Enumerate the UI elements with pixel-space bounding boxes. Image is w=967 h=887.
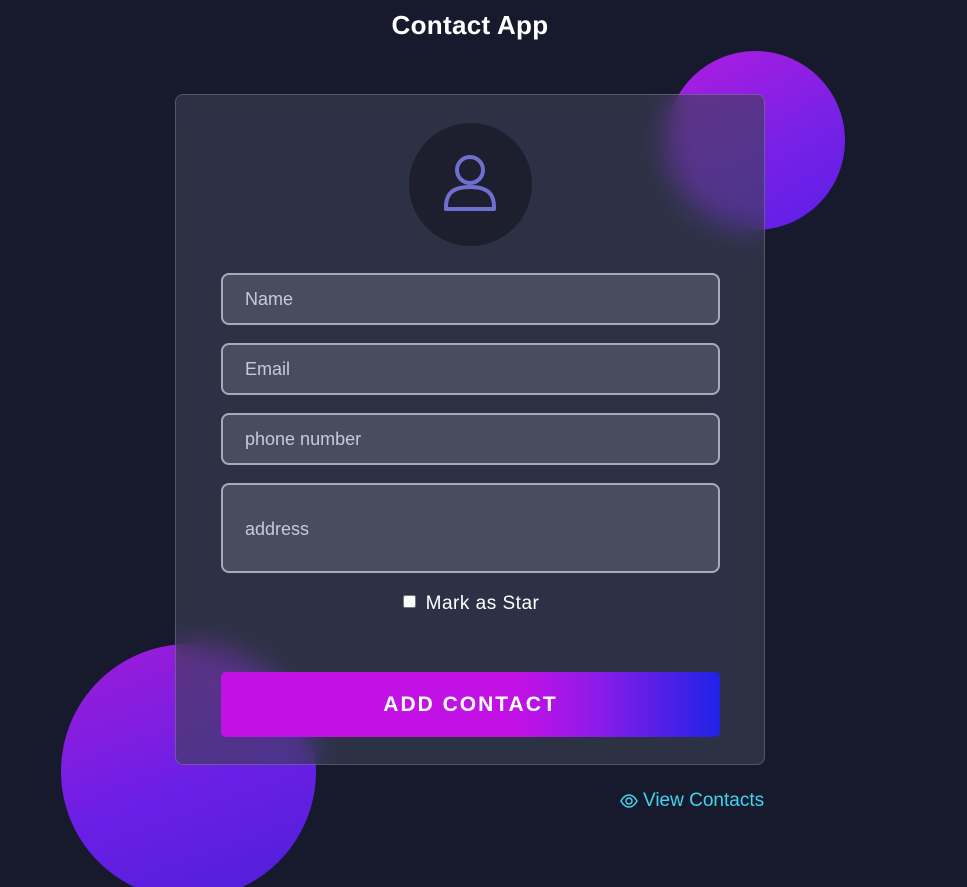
add-contact-button[interactable]: ADD CONTACT [221,672,720,737]
avatar [409,123,532,246]
page: Contact App Mark as Star ADD CONTACT Vie… [0,0,967,887]
name-input[interactable] [221,273,720,325]
view-contacts-label: View Contacts [643,790,765,811]
eye-icon [620,794,638,808]
address-input[interactable] [221,483,720,573]
contact-form-card: Mark as Star ADD CONTACT [175,94,765,765]
email-input[interactable] [221,343,720,395]
mark-as-star-row[interactable]: Mark as Star [176,593,764,615]
mark-as-star-label: Mark as Star [425,593,540,614]
phone-input[interactable] [221,413,720,465]
view-contacts-link[interactable]: View Contacts [620,790,764,812]
mark-as-star-checkbox[interactable] [402,595,416,608]
user-icon [444,155,496,211]
page-title: Contact App [391,10,549,40]
